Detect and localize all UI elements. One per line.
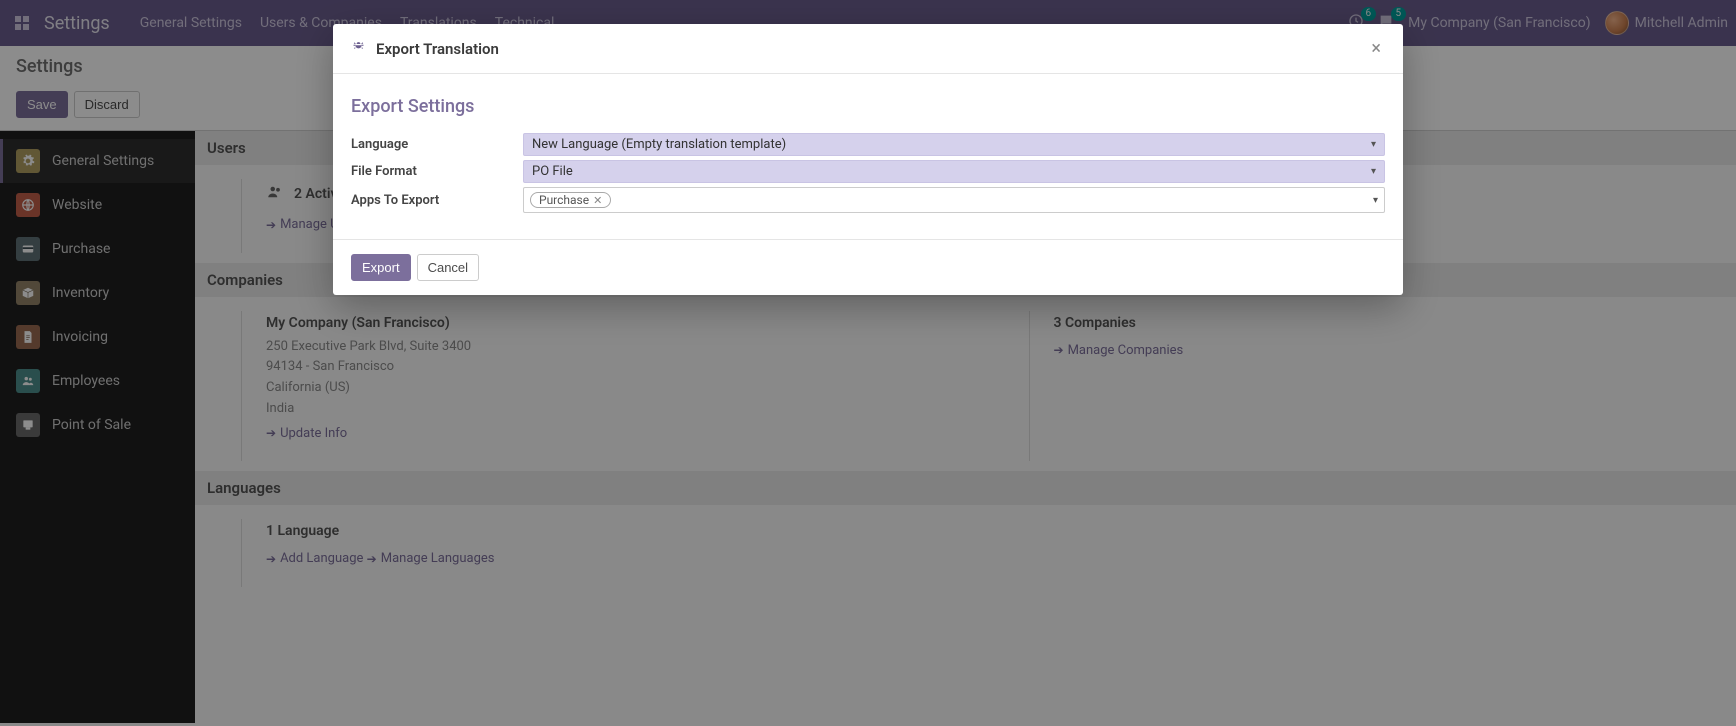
file-format-value: PO File [532,164,573,179]
file-format-select[interactable]: PO File ▾ [523,160,1385,183]
export-button[interactable]: Export [351,254,411,281]
modal-header: Export Translation × [333,24,1403,74]
apps-to-export-input[interactable]: Purchase ✕ ▾ [523,187,1385,213]
modal-title: Export Translation [376,40,1367,58]
caret-down-icon[interactable]: ▾ [1373,195,1378,206]
close-icon[interactable]: × [1367,38,1385,59]
label-language: Language [351,137,523,152]
modal-body: Export Settings Language New Language (E… [333,74,1403,239]
modal-section-heading: Export Settings [351,96,1385,117]
cancel-button[interactable]: Cancel [417,254,479,281]
language-value: New Language (Empty translation template… [532,137,786,152]
label-apps-to-export: Apps To Export [351,193,523,208]
chevron-down-icon: ▾ [1371,139,1376,150]
language-select[interactable]: New Language (Empty translation template… [523,133,1385,156]
chevron-down-icon: ▾ [1371,166,1376,177]
remove-tag-icon[interactable]: ✕ [593,194,602,207]
export-translation-modal: Export Translation × Export Settings Lan… [333,24,1403,295]
app-tag-purchase: Purchase ✕ [530,192,611,208]
label-file-format: File Format [351,164,523,179]
bug-icon[interactable] [351,39,366,58]
modal-footer: Export Cancel [333,239,1403,295]
